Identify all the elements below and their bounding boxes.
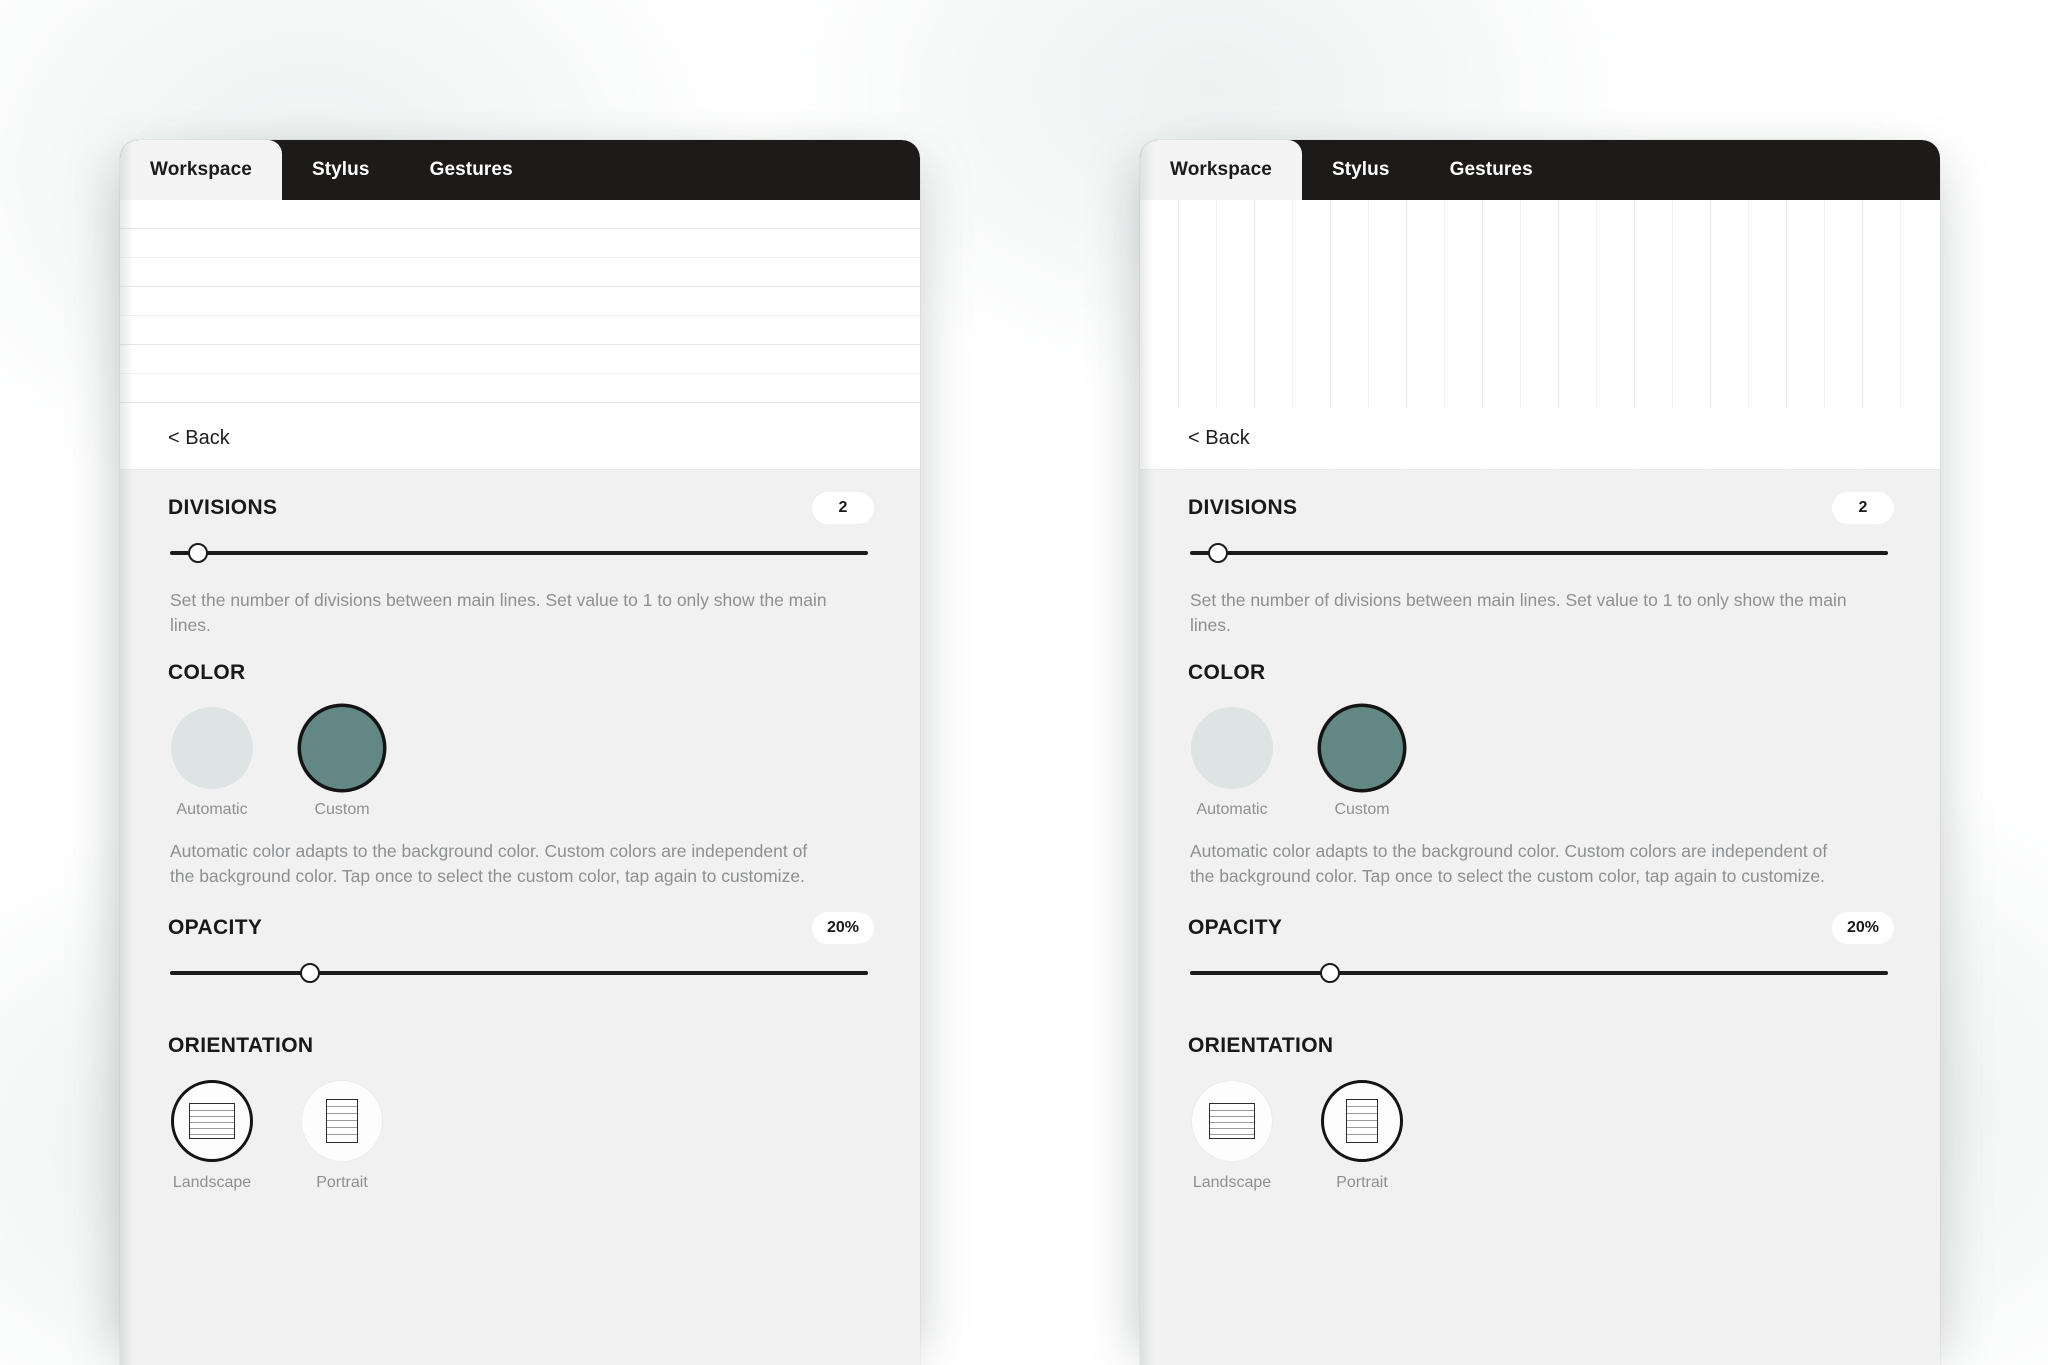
right-panel: Workspace Stylus Gestures < Back DIVISIO… [1140, 140, 1940, 1365]
tab-bar: Workspace Stylus Gestures [120, 140, 920, 200]
orientation-row: Landscape Portrait [1140, 1058, 1940, 1192]
tab-stylus[interactable]: Stylus [282, 140, 400, 200]
opacity-header: OPACITY 20% [120, 890, 920, 944]
divisions-slider-knob[interactable] [187, 543, 208, 563]
settings-sheet: DIVISIONS 2 Set the number of divisions … [120, 470, 920, 1365]
custom-color-swatch[interactable] [301, 706, 383, 789]
divisions-description: Set the number of divisions between main… [170, 590, 827, 636]
landscape-page-icon [1209, 1102, 1255, 1139]
back-button[interactable]: < Back [1188, 427, 1250, 450]
color-option-custom[interactable]: Custom [298, 706, 386, 819]
divisions-title: DIVISIONS [168, 496, 278, 519]
color-header: COLOR [1140, 639, 1940, 685]
portrait-orientation-button[interactable] [301, 1079, 383, 1162]
divisions-slider[interactable] [1190, 524, 1888, 582]
orientation-header: ORIENTATION [120, 1002, 920, 1058]
opacity-title: OPACITY [168, 915, 263, 939]
tab-stylus-label: Stylus [1331, 159, 1390, 180]
divisions-value-badge: 2 [812, 492, 874, 524]
custom-color-swatch[interactable] [1321, 706, 1403, 789]
automatic-color-swatch[interactable] [1191, 706, 1273, 789]
landscape-label: Landscape [1192, 1173, 1272, 1191]
tab-workspace-label: Workspace [1170, 159, 1272, 180]
divisions-slider-knob[interactable] [1207, 543, 1228, 563]
tab-gestures[interactable]: Gestures [400, 140, 543, 200]
orientation-option-landscape[interactable]: Landscape [1188, 1079, 1276, 1192]
color-swatch-row: Automatic Custom [120, 685, 920, 819]
landscape-label: Landscape [172, 1173, 252, 1191]
automatic-color-swatch[interactable] [171, 706, 253, 789]
left-panel: Workspace Stylus Gestures < Back DIVISIO… [120, 140, 920, 1365]
orientation-header: ORIENTATION [1140, 1002, 1940, 1058]
tab-gestures-label: Gestures [1449, 159, 1533, 180]
portrait-label: Portrait [316, 1173, 368, 1191]
custom-color-label: Custom [314, 800, 370, 818]
opacity-slider[interactable] [170, 944, 868, 1002]
portrait-page-icon [1346, 1098, 1378, 1143]
color-description: Automatic color adapts to the background… [1190, 840, 1828, 887]
portrait-orientation-button[interactable] [1321, 1079, 1403, 1162]
opacity-slider-knob[interactable] [299, 962, 320, 983]
opacity-value-badge: 20% [1832, 911, 1894, 944]
landscape-page-icon [189, 1102, 235, 1139]
opacity-slider-track [170, 970, 868, 975]
opacity-slider-track [1190, 970, 1888, 975]
color-description: Automatic color adapts to the background… [170, 840, 808, 887]
tab-workspace[interactable]: Workspace [120, 140, 282, 200]
settings-sheet: DIVISIONS 2 Set the number of divisions … [1140, 470, 1940, 1365]
orientation-title: ORIENTATION [168, 1033, 314, 1057]
orientation-option-portrait[interactable]: Portrait [1318, 1079, 1406, 1192]
tab-bar: Workspace Stylus Gestures [1140, 140, 1940, 200]
landscape-orientation-button[interactable] [171, 1079, 253, 1162]
orientation-option-portrait[interactable]: Portrait [298, 1079, 386, 1192]
tab-gestures[interactable]: Gestures [1420, 140, 1563, 200]
divisions-slider-track [1190, 551, 1888, 555]
color-header: COLOR [120, 639, 920, 685]
back-bar: < Back [120, 408, 920, 470]
color-option-custom[interactable]: Custom [1318, 706, 1406, 819]
divisions-slider[interactable] [170, 524, 868, 582]
color-option-automatic[interactable]: Automatic [168, 706, 256, 819]
portrait-label: Portrait [1336, 1173, 1388, 1191]
color-option-automatic[interactable]: Automatic [1188, 706, 1276, 819]
divisions-slider-track [170, 551, 868, 555]
automatic-color-label: Automatic [1196, 800, 1268, 818]
divisions-header: DIVISIONS 2 [120, 470, 920, 524]
divisions-title: DIVISIONS [1188, 496, 1298, 519]
opacity-slider[interactable] [1190, 944, 1888, 1002]
opacity-value-badge: 20% [812, 911, 874, 944]
tab-workspace[interactable]: Workspace [1140, 140, 1302, 200]
tab-gestures-label: Gestures [429, 159, 513, 180]
color-title: COLOR [1188, 660, 1266, 684]
divisions-description: Set the number of divisions between main… [1190, 590, 1847, 636]
portrait-page-icon [326, 1098, 358, 1143]
color-swatch-row: Automatic Custom [1140, 685, 1940, 819]
tab-workspace-label: Workspace [150, 159, 252, 180]
opacity-header: OPACITY 20% [1140, 890, 1940, 944]
divisions-header: DIVISIONS 2 [1140, 470, 1940, 524]
opacity-slider-knob[interactable] [1319, 962, 1340, 983]
automatic-color-label: Automatic [176, 800, 248, 818]
back-button[interactable]: < Back [168, 427, 230, 450]
tab-stylus-label: Stylus [311, 159, 370, 180]
screenshot-stage: Workspace Stylus Gestures < Back DIVISIO… [0, 0, 2048, 1365]
orientation-row: Landscape Portrait [120, 1058, 920, 1192]
back-bar: < Back [1140, 408, 1940, 470]
landscape-orientation-button[interactable] [1191, 1079, 1273, 1162]
orientation-option-landscape[interactable]: Landscape [168, 1079, 256, 1192]
tab-stylus[interactable]: Stylus [1302, 140, 1420, 200]
custom-color-label: Custom [1334, 800, 1390, 818]
divisions-value-badge: 2 [1832, 492, 1894, 524]
orientation-title: ORIENTATION [1188, 1033, 1334, 1057]
opacity-title: OPACITY [1188, 915, 1283, 939]
color-title: COLOR [168, 660, 246, 684]
